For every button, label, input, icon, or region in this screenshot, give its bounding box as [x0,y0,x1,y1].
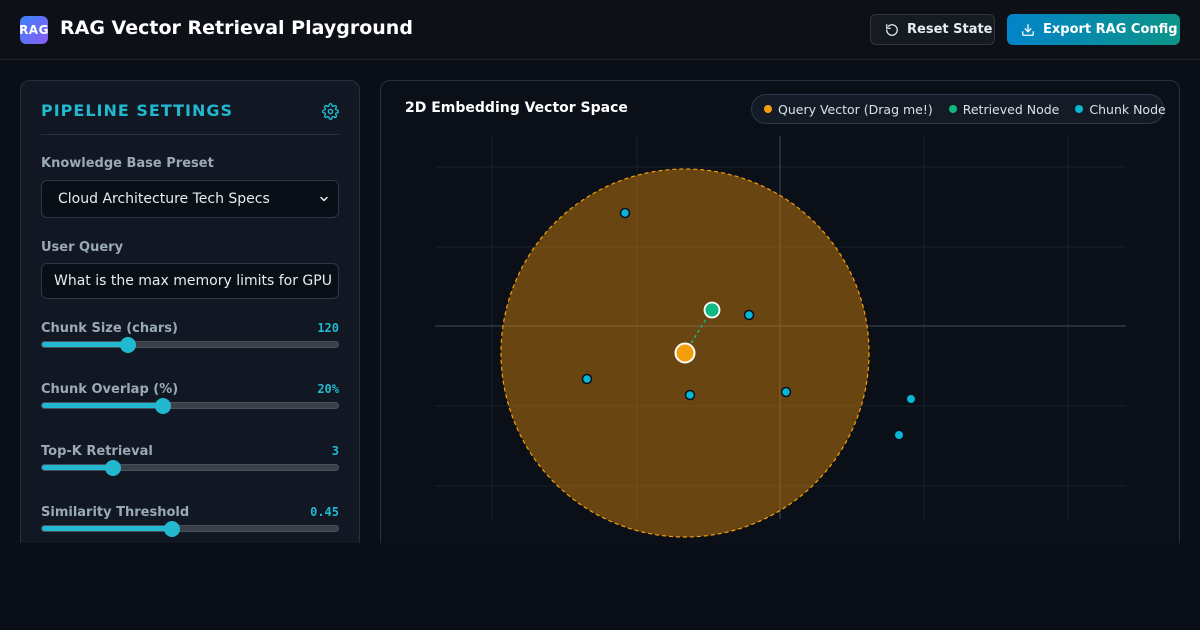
chunk-node[interactable] [743,309,755,321]
page-footer-area [0,543,1200,630]
slider-thumb[interactable] [119,337,136,353]
user-query-label: User Query [41,240,124,255]
gear-icon[interactable] [322,103,339,120]
legend-dot-icon [1075,105,1084,113]
vector-space-panel: 2D Embedding Vector Space Query Vector (… [380,80,1180,550]
slider-label: Chunk Size (chars) [41,321,178,336]
slider-value: 20% [317,382,339,396]
reset-state-button[interactable]: Reset State [870,14,995,45]
chevron-down-icon [320,196,328,202]
embedding-plot[interactable] [381,81,1180,550]
app-title: RAG Vector Retrieval Playground [60,17,413,39]
legend-query: Query Vector (Drag me!) [764,102,933,117]
kb-preset-label: Knowledge Base Preset [41,156,214,171]
legend-label: Retrieved Node [962,101,1060,117]
kb-preset-value: Cloud Architecture Tech Specs [58,191,270,207]
chunk-node[interactable] [895,431,903,439]
download-icon [1022,23,1034,36]
legend-label: Query Vector (Drag me!) [778,101,933,117]
slider-thumb[interactable] [155,398,172,414]
plot-legend: Query Vector (Drag me!) Retrieved Node C… [751,94,1166,124]
reset-state-label: Reset State [907,22,993,37]
legend-retrieved: Retrieved Node [948,101,1060,117]
legend-label: Chunk Node [1089,101,1166,117]
chunk-node[interactable] [684,389,696,401]
panel-title: PIPELINE SETTINGS [41,101,234,120]
query-vector[interactable] [674,342,696,364]
slider-label: Similarity Threshold [41,505,190,520]
slider-thumb[interactable] [105,460,122,476]
chunk-node[interactable] [780,386,792,398]
top-bar: RAG RAG Vector Retrieval Playground Rese… [0,0,1200,60]
reset-icon [886,23,898,36]
vector-space-title: 2D Embedding Vector Space [405,100,628,116]
slider-track[interactable] [41,337,339,353]
legend-chunk: Chunk Node [1075,101,1166,117]
export-config-button[interactable]: Export RAG Config [1007,14,1180,45]
chunk-node[interactable] [619,207,631,219]
pipeline-settings-panel: PIPELINE SETTINGS Knowledge Base Preset … [20,80,360,550]
chunk-node[interactable] [907,395,915,403]
legend-dot-icon [948,105,957,113]
slider-track[interactable] [41,460,339,476]
slider-value: 120 [317,321,339,335]
slider-label: Top-K Retrieval [41,444,153,459]
app-logo: RAG [19,16,48,44]
retrieved-node[interactable] [703,301,721,319]
export-config-label: Export RAG Config [1043,22,1178,37]
legend-dot-icon [764,105,772,113]
slider-track[interactable] [41,398,339,414]
slider-value: 3 [331,444,339,458]
user-query-input[interactable]: What is the max memory limits for GPU [41,263,339,299]
slider-thumb[interactable] [164,521,181,537]
panel-header: PIPELINE SETTINGS [41,101,339,135]
chunk-node[interactable] [581,373,593,385]
kb-preset-select[interactable]: Cloud Architecture Tech Specs [41,180,339,218]
slider-label: Chunk Overlap (%) [41,382,179,397]
slider-value: 0.45 [310,505,339,519]
slider-track[interactable] [41,521,339,537]
